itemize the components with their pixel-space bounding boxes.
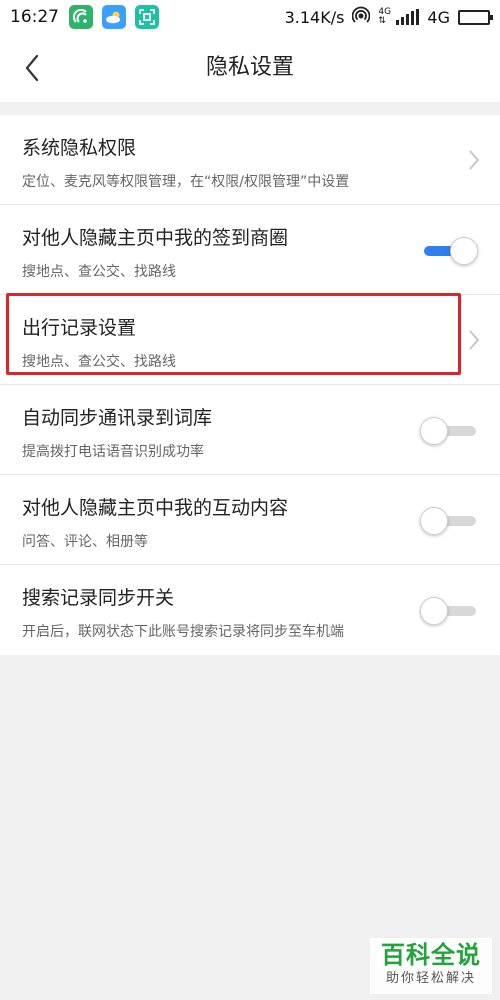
setting-desc: 提高拨打电话语音识别成功率 (22, 444, 204, 460)
setting-search-sync: 搜索记录同步开关 开启后，联网状态下此账号搜索记录将同步至车机端 (0, 565, 500, 655)
chevron-right-icon (469, 330, 480, 350)
setting-travel-record[interactable]: 出行记录设置 搜地点、查公交、找路线 (0, 295, 500, 385)
hotspot-icon (352, 6, 371, 28)
status-bar: 16:27 3.14K/s 4G ⇅ 4G (0, 0, 500, 34)
setting-title: 自动同步通讯录到词库 (22, 407, 213, 429)
search-sync-toggle[interactable] (420, 597, 480, 625)
watermark-main: 百科全说 (381, 941, 481, 969)
net-speed: 3.14K/s (284, 7, 345, 27)
network-type: 4G (427, 7, 450, 27)
setting-desc: 问答、评论、相册等 (22, 534, 148, 550)
watermark-logo: 百科全说 助你轻松解决 (370, 938, 492, 994)
page-title: 隐私设置 (205, 55, 294, 80)
chevron-right-icon (469, 150, 480, 170)
toggle-knob (420, 597, 448, 625)
setting-desc: 搜地点、查公交、找路线 (22, 354, 176, 370)
setting-title: 对他人隐藏主页中我的互动内容 (22, 497, 289, 519)
hide-interaction-toggle[interactable] (420, 507, 480, 535)
setting-system-privacy[interactable]: 系统隐私权限 定位、麦克风等权限管理，在“权限/权限管理”中设置 (0, 115, 500, 205)
scan-app-icon (135, 5, 159, 29)
sync-contacts-toggle[interactable] (420, 417, 480, 445)
setting-sync-contacts: 自动同步通讯录到词库 提高拨打电话语音识别成功率 (0, 385, 500, 475)
setting-title: 对他人隐藏主页中我的签到商圈 (22, 227, 289, 249)
setting-title: 出行记录设置 (22, 317, 137, 339)
radar-app-icon (69, 5, 93, 29)
setting-hide-checkin: 对他人隐藏主页中我的签到商圈 搜地点、查公交、找路线 (0, 205, 500, 295)
hide-checkin-toggle[interactable] (420, 237, 480, 265)
status-right-group: 3.14K/s 4G ⇅ 4G (284, 0, 493, 34)
back-button[interactable] (14, 50, 50, 86)
data-arrows-icon: 4G ⇅ (378, 7, 392, 26)
chevron-left-icon (25, 54, 39, 82)
weather-app-icon (102, 5, 126, 29)
watermark-sub: 助你轻松解决 (385, 971, 476, 986)
status-time: 16:27 (10, 7, 59, 27)
toggle-knob (450, 237, 478, 265)
setting-hide-interaction: 对他人隐藏主页中我的互动内容 问答、评论、相册等 (0, 475, 500, 565)
toggle-knob (420, 417, 448, 445)
setting-desc: 开启后，联网状态下此账号搜索记录将同步至车机端 (22, 624, 344, 640)
setting-title: 系统隐私权限 (22, 137, 137, 159)
setting-desc: 定位、麦克风等权限管理，在“权限/权限管理”中设置 (22, 174, 350, 190)
setting-desc: 搜地点、查公交、找路线 (22, 264, 176, 280)
nav-bar: 隐私设置 (0, 34, 500, 102)
toggle-knob (420, 507, 448, 535)
settings-list: 系统隐私权限 定位、麦克风等权限管理，在“权限/权限管理”中设置 对他人隐藏主页… (0, 115, 500, 655)
signal-icon (396, 9, 420, 25)
battery-icon (458, 9, 493, 25)
setting-title: 搜索记录同步开关 (22, 587, 175, 609)
